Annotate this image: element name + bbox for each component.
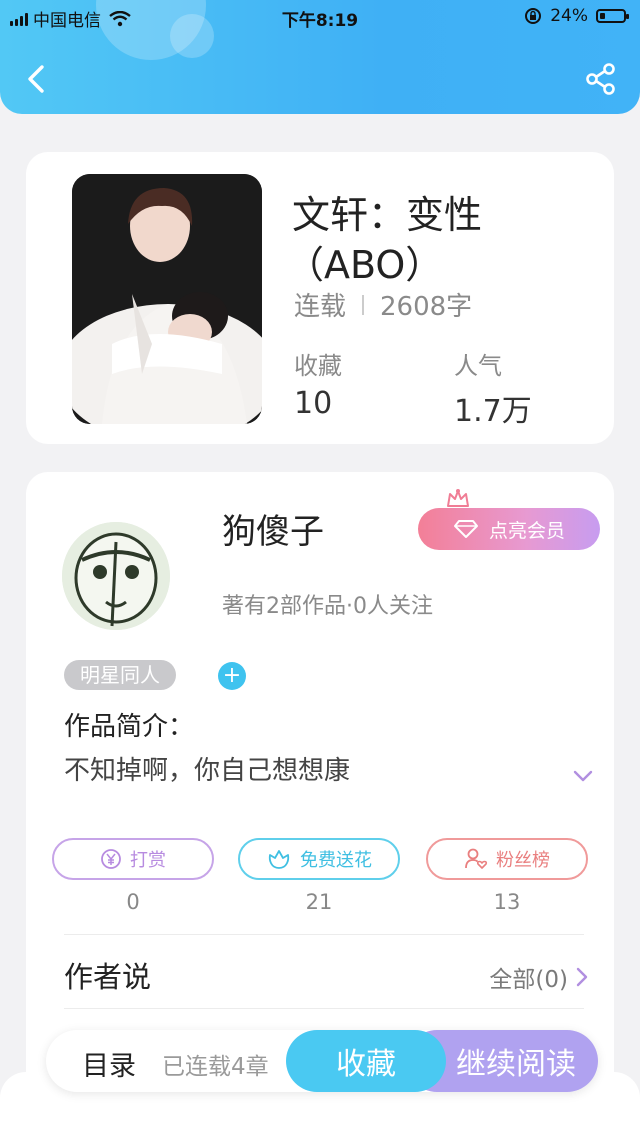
- yen-coin-icon: [101, 849, 121, 869]
- divider: [64, 934, 584, 935]
- status-right: 24%: [524, 6, 629, 26]
- tip-button[interactable]: 打赏: [52, 838, 214, 880]
- author-says-label: 作者说: [64, 960, 152, 994]
- tip-label: 打赏: [130, 850, 166, 871]
- fan-ranking-label: 粉丝榜: [496, 850, 550, 871]
- author-name[interactable]: 狗傻子: [222, 504, 324, 553]
- chevron-down-icon[interactable]: [572, 768, 594, 784]
- book-meta: 连载 2608字: [294, 286, 472, 323]
- intro-text: 不知掉啊，你自己想想康: [64, 756, 351, 786]
- fan-ranking-button[interactable]: 粉丝榜: [426, 838, 588, 880]
- send-flower-button[interactable]: 免费送花: [238, 838, 400, 880]
- crown-icon: [447, 489, 469, 507]
- diamond-icon: [453, 520, 478, 538]
- author-card: 狗傻子 著有2部作品·0人关注 点亮会员 明星同人 + 作品简介： 不知掉啊，你…: [26, 472, 614, 1112]
- favorites-value: 10: [294, 386, 333, 421]
- cover-illustration: [72, 174, 262, 424]
- collect-label: 收藏: [336, 1047, 396, 1082]
- book-title: 文轩：变性 （ABO）: [286, 190, 592, 290]
- battery-icon: [596, 9, 629, 23]
- all-comments-link[interactable]: 全部(0): [489, 960, 588, 994]
- chapters-count: 已连载4章: [162, 1054, 269, 1080]
- all-comments-label: 全部(0): [489, 967, 568, 993]
- book-title-line2: （ABO）: [286, 243, 444, 287]
- popularity-value: 1.7万: [454, 394, 532, 429]
- fan-count: 13: [493, 890, 521, 914]
- tag-chip[interactable]: 明星同人: [64, 660, 176, 690]
- status-bar: 中国电信 下午8:19 24%: [0, 4, 640, 31]
- rotation-lock-icon: [525, 8, 542, 24]
- send-flower-label: 免费送花: [300, 850, 372, 871]
- book-cover-image[interactable]: [72, 174, 262, 424]
- tip-count: 0: [126, 890, 140, 914]
- battery-fill: [600, 13, 605, 19]
- meta-divider: [362, 294, 365, 315]
- divider-bottom: [64, 1008, 584, 1009]
- chevron-right-icon: [576, 967, 588, 987]
- fan-icon: [465, 848, 488, 869]
- add-tag-button[interactable]: +: [218, 662, 246, 690]
- vip-button-label: 点亮会员: [488, 519, 565, 542]
- avatar-illustration: [62, 522, 170, 630]
- flower-count: 21: [305, 890, 333, 914]
- top-header: 中国电信 下午8:19 24%: [0, 0, 640, 114]
- author-stats: 著有2部作品·0人关注: [222, 594, 433, 619]
- chevron-left-icon[interactable]: [22, 62, 54, 96]
- popularity-label: 人气: [454, 352, 502, 380]
- battery-percent: 24%: [550, 6, 588, 26]
- favorites-label: 收藏: [294, 352, 342, 380]
- book-info-card: 文轩：变性 （ABO） 连载 2608字 收藏 10 人气 1.7万: [26, 152, 614, 444]
- word-count: 2608字: [380, 292, 473, 322]
- flower-icon: [268, 850, 290, 869]
- book-title-line1: 文轩：变性: [292, 193, 483, 237]
- collect-button[interactable]: 收藏: [286, 1030, 446, 1092]
- table-of-contents-button[interactable]: 目录: [82, 1044, 136, 1083]
- continue-reading-label: 继续阅读: [456, 1047, 576, 1082]
- intro-label: 作品简介：: [64, 712, 195, 742]
- avatar[interactable]: [62, 522, 170, 630]
- share-icon[interactable]: [584, 62, 618, 96]
- book-status: 连载: [294, 292, 347, 322]
- bottom-action-bar: 目录 已连载4章 继续阅读 收藏: [46, 1030, 598, 1092]
- vip-button[interactable]: 点亮会员: [418, 508, 600, 550]
